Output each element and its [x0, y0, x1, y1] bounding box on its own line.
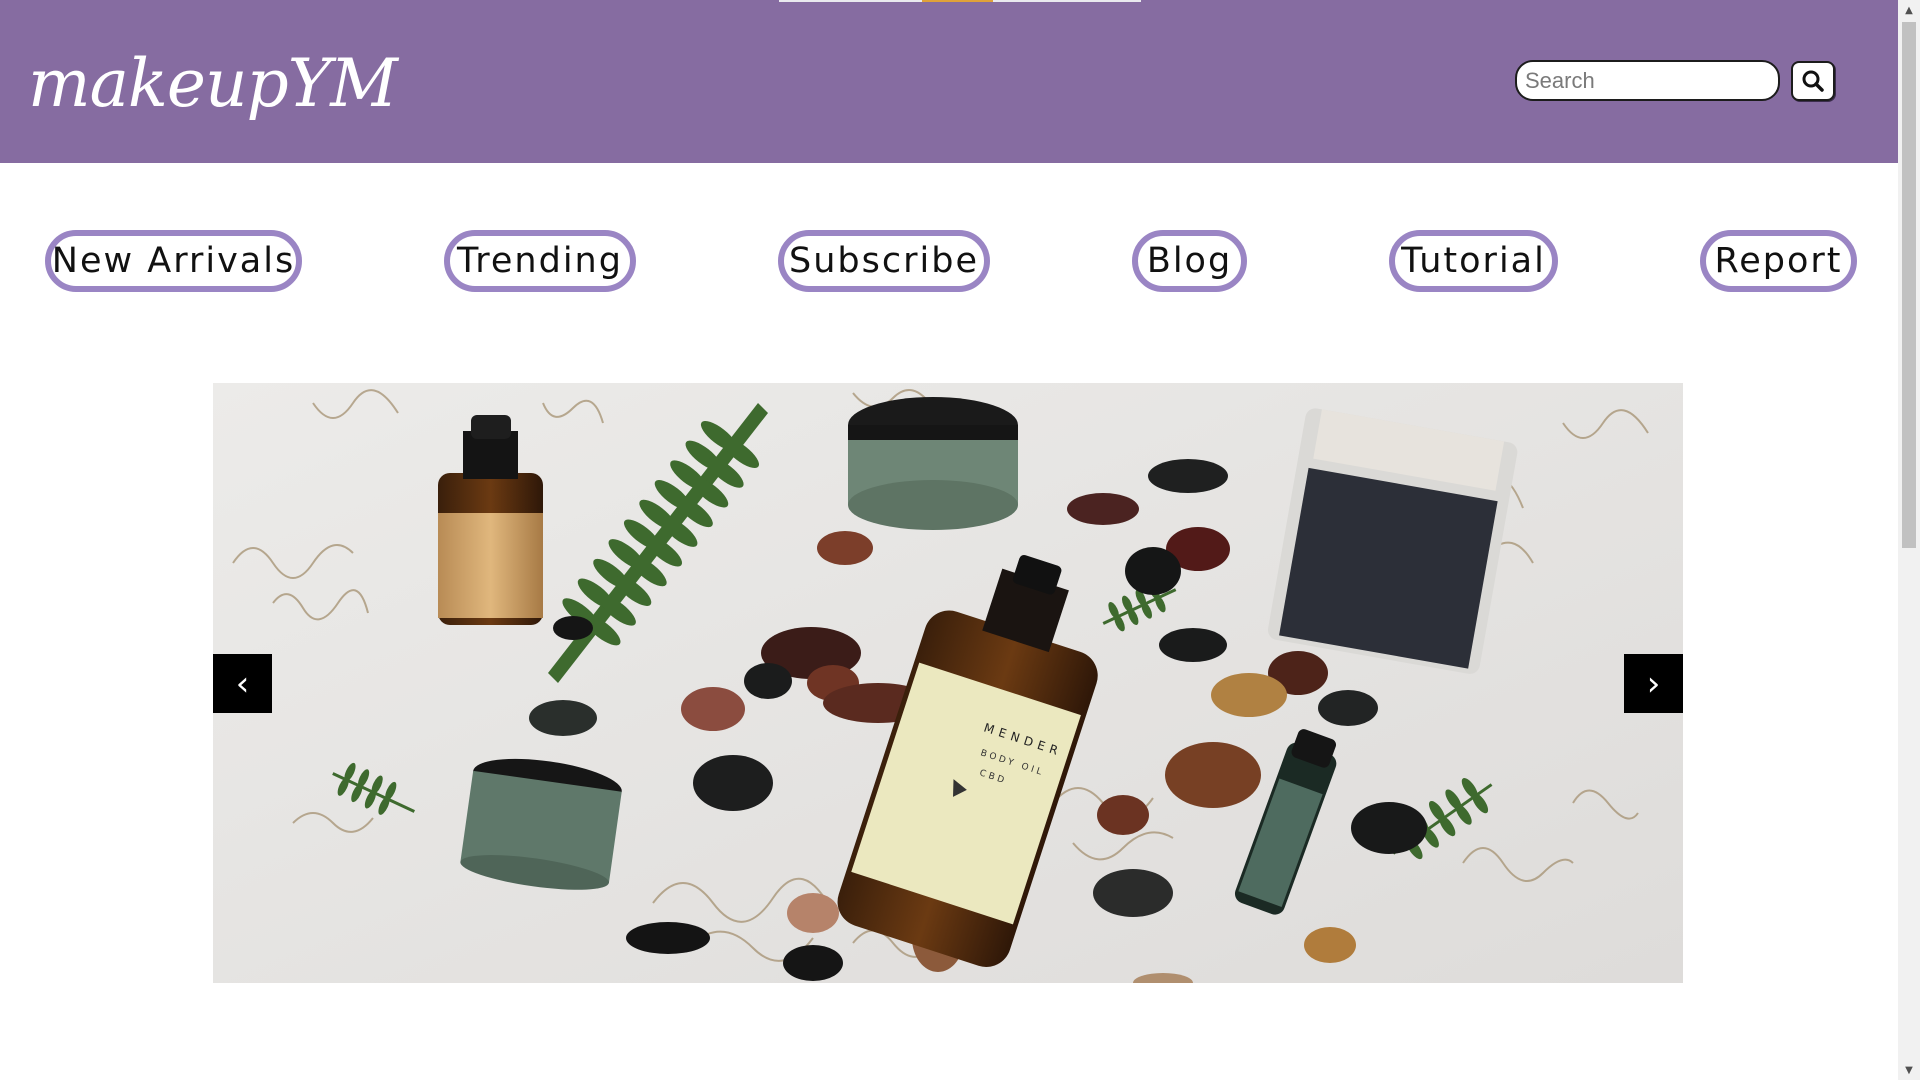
top-progress-indicator [779, 0, 1141, 2]
page: makeupYM New Arrivals Trending Subscribe… [0, 0, 1898, 1080]
carousel-prev-button[interactable]: ‹ [213, 654, 272, 713]
page-scrollbar[interactable]: ▲ ▼ [1898, 0, 1920, 1080]
scroll-up-arrow-icon[interactable]: ▲ [1898, 0, 1920, 20]
search-button[interactable] [1791, 61, 1835, 101]
nav-new-arrivals[interactable]: New Arrivals [45, 230, 302, 292]
nav-subscribe[interactable]: Subscribe [778, 230, 990, 292]
search-icon [1802, 70, 1824, 92]
nav-blog[interactable]: Blog [1132, 230, 1247, 292]
scroll-down-arrow-icon[interactable]: ▼ [1898, 1060, 1920, 1080]
search-box [1515, 60, 1780, 101]
site-logo[interactable]: makeupYM [28, 38, 398, 130]
search-input[interactable] [1515, 60, 1780, 101]
nav-tutorial[interactable]: Tutorial [1389, 230, 1558, 292]
nav-report[interactable]: Report [1700, 230, 1857, 292]
carousel-next-button[interactable]: › [1624, 654, 1683, 713]
scroll-thumb[interactable] [1902, 22, 1916, 548]
hero-carousel: MENDER BODY OIL CBD ‹ › [213, 383, 1683, 983]
carousel-image: MENDER BODY OIL CBD [213, 383, 1683, 983]
top-progress-indicator-active [922, 0, 993, 2]
site-header: makeupYM [0, 0, 1898, 163]
nav-trending[interactable]: Trending [444, 230, 636, 292]
main-nav: New Arrivals Trending Subscribe Blog Tut… [0, 230, 1898, 294]
